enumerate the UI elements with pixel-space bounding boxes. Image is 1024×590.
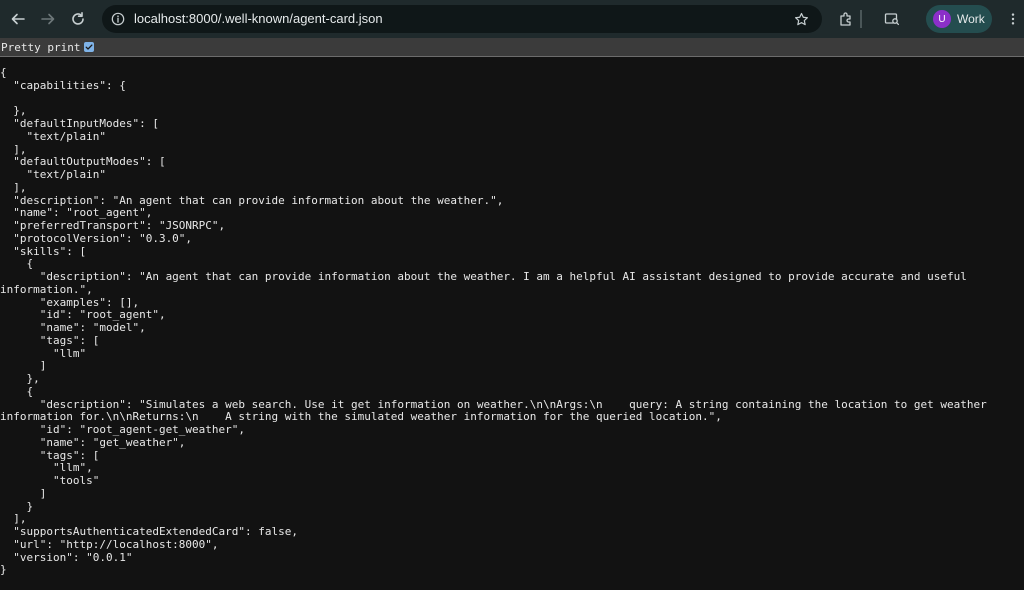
json-line xyxy=(0,93,1024,106)
pretty-print-label: Pretty print xyxy=(1,40,81,54)
reload-button[interactable] xyxy=(66,7,90,31)
json-line: "url": "http://localhost:8000", xyxy=(0,537,219,551)
bookmark-star-icon[interactable] xyxy=(792,10,810,28)
json-line: "text/plain" xyxy=(0,168,106,181)
json-line: "text/plain" xyxy=(0,129,106,143)
forward-button[interactable] xyxy=(36,7,60,31)
json-line: } xyxy=(0,563,7,577)
kebab-menu-icon[interactable] xyxy=(1006,9,1020,29)
toolbar-divider xyxy=(860,10,862,28)
profile-label: Work xyxy=(957,12,985,26)
json-line: "tags": [ xyxy=(0,333,100,347)
json-line: { xyxy=(0,384,34,398)
json-line: "llm" xyxy=(0,346,87,360)
json-line: information.", xyxy=(0,282,93,296)
site-info-icon[interactable] xyxy=(110,11,126,27)
json-line: "tools" xyxy=(0,474,100,487)
json-line: ] xyxy=(0,359,47,373)
json-line: "tags": [ xyxy=(0,448,100,462)
json-line: "defaultInputModes": [ xyxy=(0,117,159,130)
back-button[interactable] xyxy=(6,7,30,31)
json-line: "description": "An agent that can provid… xyxy=(0,193,504,207)
arrow-right-icon xyxy=(41,13,55,25)
address-bar[interactable]: localhost:8000/.well-known/agent-card.js… xyxy=(102,5,822,33)
json-line: "id": "root_agent-get_weather", xyxy=(0,423,246,436)
browser-toolbar: localhost:8000/.well-known/agent-card.js… xyxy=(0,0,1024,38)
json-line: "protocolVersion": "0.3.0", xyxy=(0,231,193,245)
json-line: "llm", xyxy=(0,461,93,475)
json-line: "skills": [ xyxy=(0,244,87,258)
json-line: "version": "0.0.1" xyxy=(0,550,133,564)
json-line: "preferredTransport": "JSONRPC", xyxy=(0,219,226,232)
json-line: "capabilities": { xyxy=(0,78,126,92)
json-line: "supportsAuthenticatedExtendedCard": fal… xyxy=(0,525,299,538)
check-icon xyxy=(86,44,94,50)
json-line: { xyxy=(0,67,7,79)
profile-button[interactable]: U Work xyxy=(926,5,992,33)
pretty-print-checkbox[interactable] xyxy=(84,42,95,52)
json-line: } xyxy=(0,499,34,513)
json-viewer: { "capabilities": { }, "defaultInputMode… xyxy=(0,67,1024,590)
json-line: "description": "An agent that can provid… xyxy=(0,270,967,283)
json-line: "id": "root_agent", xyxy=(0,308,166,322)
json-line: "defaultOutputModes": [ xyxy=(0,155,166,169)
json-line: ] xyxy=(0,486,47,500)
pretty-print-bar: Pretty print xyxy=(0,38,1024,57)
reload-icon xyxy=(72,12,84,25)
arrow-left-icon xyxy=(11,13,25,25)
avatar: U xyxy=(933,10,951,28)
json-line: }, xyxy=(0,372,40,385)
json-line: "name": "get_weather", xyxy=(0,435,186,449)
url-text[interactable]: localhost:8000/.well-known/agent-card.js… xyxy=(134,11,383,26)
json-line: "name": "model", xyxy=(0,321,146,334)
json-line: ], xyxy=(0,180,27,194)
extensions-icon[interactable] xyxy=(836,9,856,29)
tab-search-icon[interactable] xyxy=(882,9,902,29)
